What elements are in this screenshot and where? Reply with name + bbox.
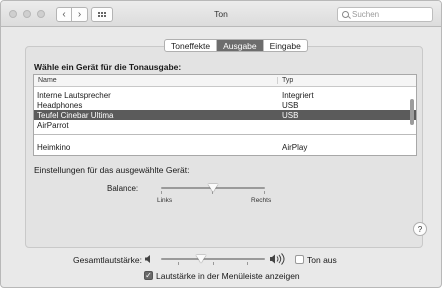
tab-sound-effects[interactable]: Toneffekte — [165, 40, 218, 51]
tab-input[interactable]: Eingabe — [264, 40, 307, 51]
preferences-window: ‹ › Ton Toneffekte Ausgabe Eingabe Wähle… — [0, 0, 442, 288]
show-in-menubar-checkbox[interactable]: ✓ — [144, 271, 153, 280]
balance-label: Balance: — [107, 184, 139, 193]
volume-label: Gesamtlautstärke: — [73, 255, 142, 265]
device-type: USB — [282, 100, 299, 110]
table-header: Name Typ — [34, 75, 416, 87]
mute-checkbox[interactable] — [295, 255, 304, 264]
help-button[interactable]: ? — [413, 222, 427, 236]
device-type: USB — [282, 110, 299, 120]
checkmark-icon: ✓ — [145, 271, 152, 280]
table-row[interactable]: Interne Lautsprecher Integriert — [34, 90, 416, 100]
device-type: Integriert — [282, 90, 314, 100]
output-heading: Wähle ein Gerät für die Tonausgabe: — [34, 62, 182, 72]
row-divider — [34, 134, 416, 142]
tab-output[interactable]: Ausgabe — [217, 40, 264, 51]
mute-label: Ton aus — [307, 255, 337, 265]
slider-tick — [247, 262, 248, 265]
table-row[interactable]: Headphones USB — [34, 100, 416, 110]
table-row-selected[interactable]: Teufel Cinebar Ultima USB — [34, 110, 416, 120]
speaker-high-icon — [270, 253, 285, 265]
slider-tick — [264, 191, 265, 194]
search-field[interactable] — [337, 7, 433, 22]
volume-slider[interactable] — [161, 258, 265, 260]
device-name: Heimkino — [37, 142, 71, 152]
speaker-low-icon — [145, 255, 150, 263]
column-header-name[interactable]: Name — [34, 77, 278, 84]
table-row[interactable]: Heimkino AirPlay — [34, 142, 416, 152]
device-type: AirPlay — [282, 142, 308, 152]
tab-bar: Toneffekte Ausgabe Eingabe — [164, 39, 308, 52]
selected-device-settings-label: Einstellungen für das ausgewählte Gerät: — [34, 165, 190, 175]
device-table: Name Typ Interne Lautsprecher Integriert… — [33, 74, 417, 156]
device-name: AirParrot — [37, 120, 69, 130]
table-scrollbar[interactable] — [410, 99, 414, 125]
slider-tick — [178, 262, 179, 265]
slider-tick — [161, 191, 162, 194]
toolbar: ‹ › Ton — [1, 1, 441, 27]
table-row[interactable]: AirParrot — [34, 120, 416, 130]
column-header-type[interactable]: Typ — [278, 77, 293, 84]
volume-slider-knob[interactable] — [195, 255, 206, 263]
device-name: Interne Lautsprecher — [37, 90, 111, 100]
slider-tick — [213, 262, 214, 265]
device-name: Headphones — [37, 100, 83, 110]
search-input[interactable] — [352, 10, 422, 19]
search-icon — [342, 11, 349, 18]
question-icon: ? — [417, 224, 423, 234]
balance-left-label: Links — [157, 197, 173, 204]
balance-slider-knob[interactable] — [208, 184, 218, 192]
balance-right-label: Rechts — [251, 197, 272, 204]
show-in-menubar-label: Lautstärke in der Menüleiste anzeigen — [156, 271, 300, 281]
device-name: Teufel Cinebar Ultima — [37, 110, 114, 120]
